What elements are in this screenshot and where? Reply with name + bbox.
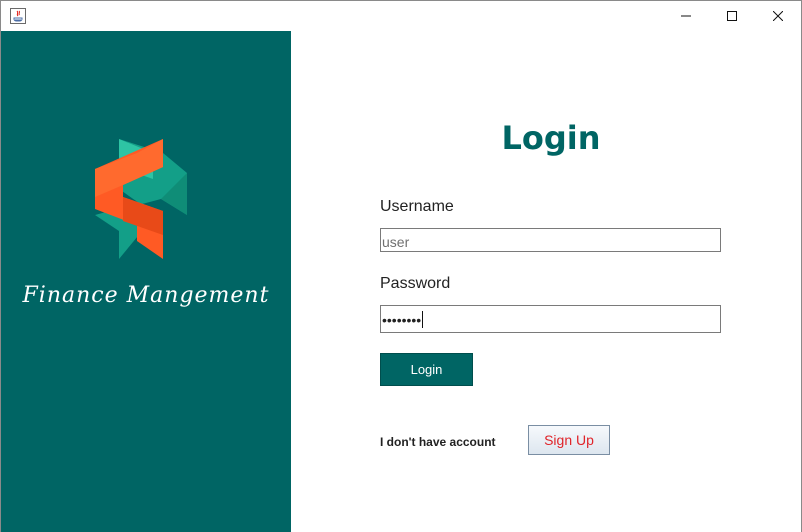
username-input[interactable]: user: [380, 228, 721, 252]
close-button[interactable]: [755, 1, 801, 31]
close-icon: [773, 11, 783, 21]
minimize-button[interactable]: [663, 1, 709, 31]
login-panel: Login Username user Password •••••••• Lo…: [291, 31, 801, 532]
title-bar: [1, 1, 801, 31]
finance-logo-icon: [95, 139, 187, 259]
maximize-icon: [727, 11, 737, 21]
login-button[interactable]: Login: [380, 353, 473, 386]
no-account-text: I don't have account: [380, 435, 496, 449]
brand-name: Finance Mangement: [22, 283, 270, 308]
app-window: Finance Mangement Login Username user Pa…: [0, 0, 802, 532]
maximize-button[interactable]: [709, 1, 755, 31]
text-caret: [422, 311, 424, 328]
brand-panel: Finance Mangement: [1, 31, 291, 532]
password-label: Password: [380, 275, 451, 292]
page-title: Login: [501, 119, 601, 157]
signup-button[interactable]: Sign Up: [528, 425, 610, 455]
password-mask: ••••••••: [382, 312, 422, 328]
username-label: Username: [380, 198, 454, 215]
java-app-icon: [10, 8, 26, 24]
minimize-icon: [681, 15, 691, 17]
password-input[interactable]: ••••••••: [380, 305, 721, 333]
